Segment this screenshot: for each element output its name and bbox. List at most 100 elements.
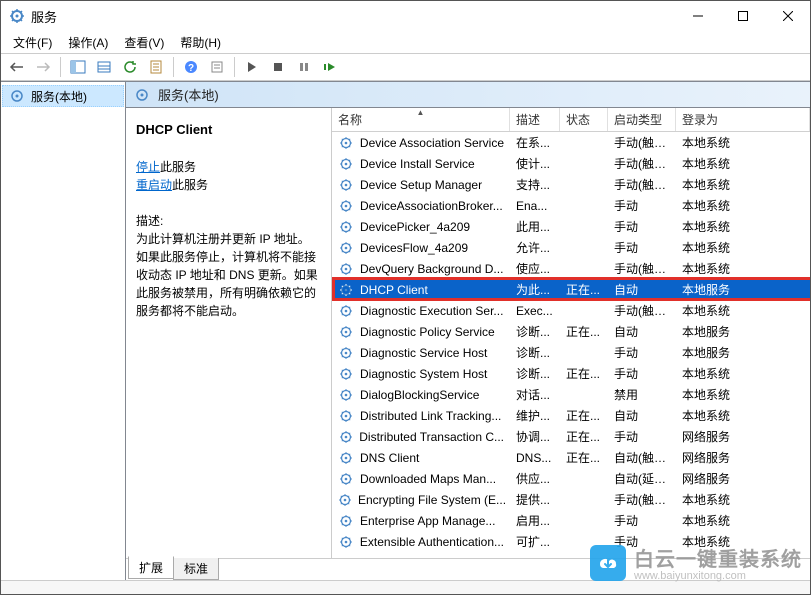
show-hide-tree-button[interactable]: [66, 56, 90, 78]
service-start-cell: 手动: [608, 237, 676, 258]
service-row[interactable]: Diagnostic System Host诊断...正在...手动本地系统: [332, 363, 810, 384]
menu-action[interactable]: 操作(A): [60, 32, 116, 53]
maximize-button[interactable]: [720, 1, 765, 31]
service-gear-icon: [338, 345, 354, 361]
service-row[interactable]: Device Install Service使计...手动(触发...本地系统: [332, 153, 810, 174]
service-row[interactable]: DialogBlockingService对话...禁用本地系统: [332, 384, 810, 405]
service-status-cell: 正在...: [560, 321, 608, 342]
export-list-button[interactable]: [92, 56, 116, 78]
service-desc-cell: 可扩...: [510, 531, 560, 552]
service-logon-cell: 本地系统: [676, 153, 810, 174]
stop-service-link[interactable]: 停止: [136, 160, 160, 174]
service-row[interactable]: DNS ClientDNS...正在...自动(触发...网络服务: [332, 447, 810, 468]
column-desc[interactable]: 描述: [510, 108, 560, 131]
nav-forward-button[interactable]: [31, 56, 55, 78]
service-logon-cell: 本地系统: [676, 510, 810, 531]
service-row[interactable]: Distributed Transaction C...协调...正在...手动…: [332, 426, 810, 447]
service-gear-icon: [338, 261, 354, 277]
minimize-button[interactable]: [675, 1, 720, 31]
service-row[interactable]: Device Setup Manager支持...手动(触发...本地系统: [332, 174, 810, 195]
service-name-cell: DeviceAssociationBroker...: [360, 199, 503, 213]
services-header-icon: [134, 87, 150, 103]
service-start-cell: 手动: [608, 342, 676, 363]
window-title: 服务: [31, 7, 57, 26]
service-row[interactable]: Enterprise App Manage...启用...手动本地系统: [332, 510, 810, 531]
service-name-cell: DNS Client: [360, 451, 419, 465]
service-desc-cell: 支持...: [510, 174, 560, 195]
service-name-cell: Distributed Transaction C...: [359, 430, 504, 444]
service-logon-cell: 本地服务: [676, 342, 810, 363]
service-row[interactable]: Distributed Link Tracking...维护...正在...自动…: [332, 405, 810, 426]
service-start-cell: 自动(延迟...: [608, 468, 676, 489]
service-row[interactable]: DevicePicker_4a209此用...手动本地系统: [332, 216, 810, 237]
service-row[interactable]: Downloaded Maps Man...供应...自动(延迟...网络服务: [332, 468, 810, 489]
column-start-type[interactable]: 启动类型: [608, 108, 676, 131]
service-row[interactable]: Device Association Service在系...手动(触发...本…: [332, 132, 810, 153]
selected-service-name: DHCP Client: [136, 120, 321, 140]
tree-root-item[interactable]: 服务(本地): [2, 85, 124, 107]
list-body[interactable]: Device Association Service在系...手动(触发...本…: [332, 132, 810, 558]
service-gear-icon: [338, 324, 354, 340]
service-row[interactable]: Diagnostic Execution Ser...Exec...手动(触发.…: [332, 300, 810, 321]
service-row[interactable]: DevicesFlow_4a209允许...手动本地系统: [332, 237, 810, 258]
service-start-cell: 禁用: [608, 384, 676, 405]
filter-button[interactable]: [205, 56, 229, 78]
service-name-cell: Device Association Service: [360, 136, 504, 150]
service-status-cell: [560, 351, 608, 355]
restart-service-link[interactable]: 重启动: [136, 178, 172, 192]
service-name-cell: Device Setup Manager: [360, 178, 482, 192]
service-row[interactable]: Diagnostic Service Host诊断...手动本地服务: [332, 342, 810, 363]
close-button[interactable]: [765, 1, 810, 31]
service-desc-cell: 诊断...: [510, 321, 560, 342]
service-row[interactable]: Extensible Authentication...可扩...手动本地系统: [332, 531, 810, 552]
tab-extended[interactable]: 扩展: [128, 556, 174, 579]
restart-suffix: 此服务: [172, 178, 208, 192]
menu-help[interactable]: 帮助(H): [172, 32, 229, 53]
service-name-cell: Downloaded Maps Man...: [360, 472, 496, 486]
service-gear-icon: [338, 156, 354, 172]
stop-service-button[interactable]: [266, 56, 290, 78]
restart-service-button[interactable]: [318, 56, 342, 78]
refresh-button[interactable]: [118, 56, 142, 78]
app-icon: [9, 8, 25, 24]
service-name-cell: Device Install Service: [360, 157, 475, 171]
nav-back-button[interactable]: [5, 56, 29, 78]
service-row[interactable]: Diagnostic Policy Service诊断...正在...自动本地服…: [332, 321, 810, 342]
sort-asc-icon: ▲: [417, 108, 425, 117]
column-name[interactable]: ▲ 名称: [332, 108, 510, 131]
service-desc-cell: 使计...: [510, 153, 560, 174]
service-logon-cell: 本地系统: [676, 216, 810, 237]
column-logon-as[interactable]: 登录为: [676, 108, 810, 131]
service-start-cell: 自动(触发...: [608, 447, 676, 468]
service-list: ▲ 名称 描述 状态 启动类型 登录为 Device Association S…: [331, 108, 810, 558]
service-row[interactable]: DHCP Client为此...正在...自动本地服务: [332, 279, 810, 300]
service-start-cell: 自动: [608, 405, 676, 426]
service-desc-cell: Exec...: [510, 302, 560, 320]
service-row[interactable]: Encrypting File System (E...提供...手动(触发..…: [332, 489, 810, 510]
service-row[interactable]: DeviceAssociationBroker...Ena...手动本地系统: [332, 195, 810, 216]
tab-standard[interactable]: 标准: [173, 558, 219, 580]
service-status-cell: [560, 204, 608, 208]
service-desc-cell: 诊断...: [510, 363, 560, 384]
service-name-cell: DialogBlockingService: [360, 388, 479, 402]
bottom-tabs: 扩展 标准: [126, 558, 810, 580]
service-status-cell: [560, 225, 608, 229]
column-status[interactable]: 状态: [560, 108, 608, 131]
service-row[interactable]: DevQuery Background D...使应...手动(触发...本地系…: [332, 258, 810, 279]
help-button[interactable]: ?: [179, 56, 203, 78]
service-gear-icon: [338, 450, 354, 466]
menu-file[interactable]: 文件(F): [5, 32, 60, 53]
menu-view[interactable]: 查看(V): [116, 32, 172, 53]
service-name-cell: DevQuery Background D...: [360, 262, 503, 276]
service-logon-cell: 本地系统: [676, 237, 810, 258]
pause-service-button[interactable]: [292, 56, 316, 78]
start-service-button[interactable]: [240, 56, 264, 78]
service-status-cell: [560, 519, 608, 523]
service-name-cell: Diagnostic System Host: [360, 367, 487, 381]
list-header: ▲ 名称 描述 状态 启动类型 登录为: [332, 108, 810, 132]
properties-button[interactable]: [144, 56, 168, 78]
service-start-cell: 自动: [608, 321, 676, 342]
service-desc-cell: 为此...: [510, 279, 560, 300]
service-gear-icon: [338, 408, 354, 424]
titlebar: 服务: [1, 1, 810, 31]
